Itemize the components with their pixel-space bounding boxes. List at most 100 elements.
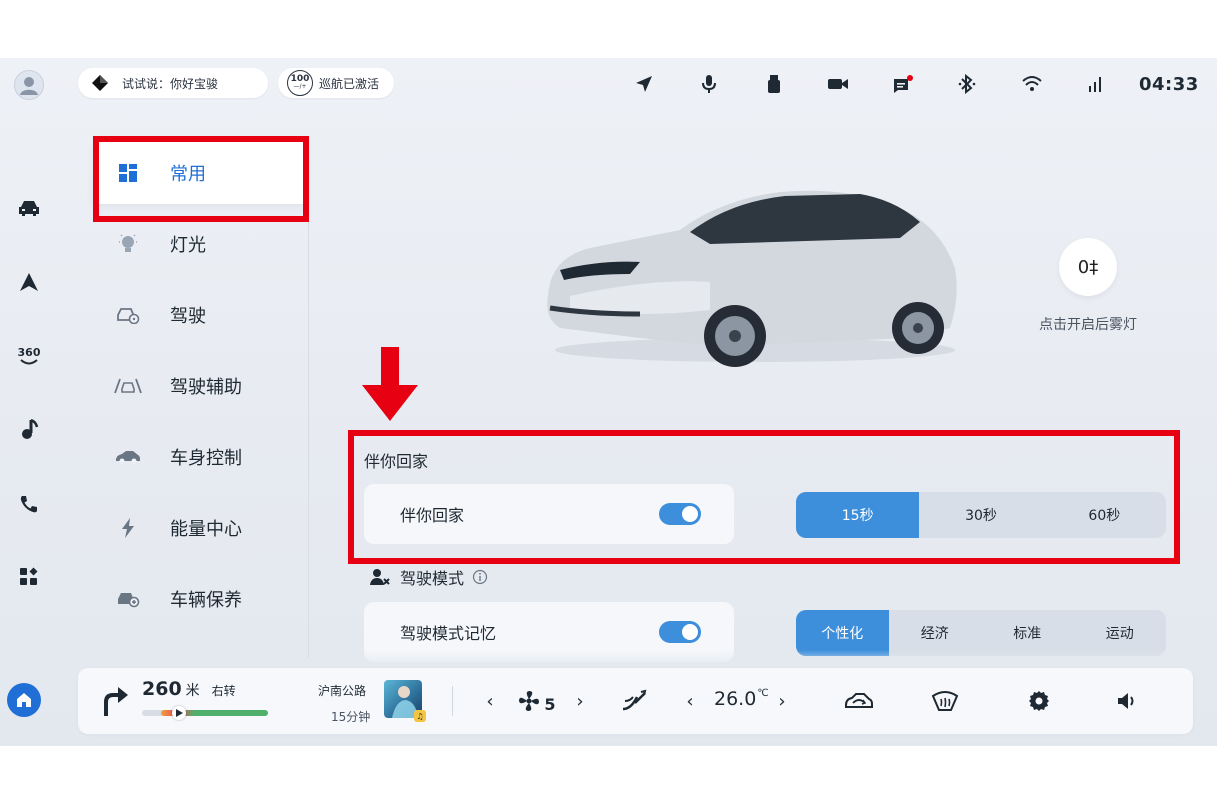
play-arrow-icon [176, 709, 183, 717]
menu-item-energy-center[interactable]: 能量中心 [94, 497, 304, 559]
menu-item-body-control[interactable]: 车身控制 [94, 426, 304, 488]
speaker-volume-icon [1118, 693, 1134, 709]
message-notification-icon [894, 75, 913, 93]
voice-hint-text: 试试说：你好宝骏 [122, 76, 219, 91]
temperature-value: 26.0 [714, 688, 757, 710]
temperature-decrease-button[interactable]: ‹ [678, 688, 702, 714]
nav-distance: 260 [142, 678, 182, 700]
camera-status[interactable] [826, 72, 850, 96]
microphone-icon [702, 75, 716, 93]
microphone-status[interactable] [697, 72, 721, 96]
rear-fog-light-button[interactable]: 0‡ [1059, 238, 1117, 296]
home-icon [17, 693, 31, 707]
phone-icon [20, 496, 37, 513]
nav-turn: 右转 [211, 684, 236, 698]
rail-360-camera-button[interactable]: 360 [13, 341, 45, 373]
temperature-increase-button[interactable]: › [770, 688, 794, 714]
location-arrow-icon [636, 76, 652, 92]
avatar[interactable] [14, 70, 44, 100]
fan-icon [516, 688, 542, 714]
rail-phone-button[interactable] [13, 488, 45, 520]
navigation-arrow-icon [20, 273, 38, 291]
driver-profile-icon [370, 569, 390, 585]
wifi-status[interactable] [1019, 72, 1045, 96]
nav-unit: 米 [185, 683, 200, 699]
drive-mode-memory-toggle[interactable] [659, 621, 701, 643]
menu-item-driving-assist[interactable]: 驾驶辅助 [94, 355, 304, 417]
menu-item-lights[interactable]: 灯光 [94, 213, 304, 275]
menu-item-label: 车身控制 [170, 448, 242, 469]
camera-360-label: 360 [17, 346, 41, 359]
eta: 15分钟 [331, 710, 371, 724]
menu-item-driving[interactable]: 驾驶 [94, 284, 304, 346]
settings-button[interactable] [1022, 686, 1056, 716]
menu-item-vehicle-maintenance[interactable]: 车辆保养 [94, 568, 304, 630]
menu-item-label: 车辆保养 [170, 590, 242, 611]
lane-assist-icon [114, 372, 142, 400]
bottom-dock: 260 米 右转 沪南公路 15分钟 ♫ ‹ 5 › ‹ 26.0 ℃ › [78, 668, 1193, 734]
usb-drive-icon [768, 75, 780, 93]
wifi-icon [1022, 76, 1042, 91]
airflow-mode-button[interactable] [618, 686, 650, 716]
windshield-defrost-button[interactable] [928, 686, 962, 716]
menu-item-label: 驾驶辅助 [170, 377, 242, 398]
left-rail: 360 [0, 58, 58, 746]
windshield-defrost-icon [931, 691, 959, 711]
air-recirculation-icon [845, 693, 873, 708]
user-icon [20, 77, 38, 95]
nav-instruction: 260 米 右转 [142, 678, 236, 700]
vehicle-image [547, 190, 957, 367]
clock: 04:33 [1139, 74, 1199, 95]
rail-apps-button[interactable] [13, 561, 45, 593]
cellular-status[interactable] [1084, 72, 1108, 96]
home-button[interactable] [7, 683, 41, 717]
signal-bars-icon [1089, 77, 1101, 92]
volume-button[interactable] [1110, 686, 1144, 716]
vehicle-position-marker [172, 706, 186, 720]
fan-decrease-button[interactable]: ‹ [478, 688, 502, 714]
usb-status[interactable] [762, 72, 786, 96]
video-camera-icon [828, 79, 848, 89]
fan-level: 5 [544, 694, 556, 714]
menu-item-label: 能量中心 [170, 519, 242, 540]
apps-grid-icon [20, 567, 38, 585]
drive-mode-memory-label: 驾驶模式记忆 [400, 624, 497, 643]
cruise-status-chip[interactable]: 100 —/+ 巡航已激活 [278, 68, 394, 98]
location-status[interactable] [632, 72, 656, 96]
rail-navigation-button[interactable] [13, 266, 45, 298]
drive-mode-header: 驾驶模式 [370, 565, 488, 589]
speed-limit-sub: —/+ [293, 83, 307, 90]
rail-car-button[interactable] [13, 192, 45, 224]
air-recirculation-button[interactable] [842, 686, 876, 716]
music-note-icon [22, 419, 39, 439]
lightning-bolt-icon [114, 514, 142, 542]
car-side-icon [114, 443, 142, 471]
scroll-fade [340, 650, 1217, 668]
speed-limit-icon: 100 —/+ [287, 70, 313, 96]
brand-diamond-icon [92, 75, 108, 91]
cruise-status-text: 巡航已激活 [319, 76, 380, 91]
bluetooth-status[interactable] [955, 72, 979, 96]
message-status[interactable] [890, 72, 916, 96]
info-icon[interactable] [472, 569, 488, 585]
annotation-box-common [93, 136, 309, 222]
rear-fog-light-icon: 0‡ [1077, 256, 1099, 278]
fan-increase-button[interactable]: › [568, 688, 592, 714]
voice-assistant-chip[interactable]: 试试说：你好宝骏 [78, 68, 268, 98]
turn-right-icon [100, 684, 130, 718]
route-progress-track [142, 706, 268, 720]
road-name: 沪南公路 [318, 684, 367, 698]
drive-mode-title: 驾驶模式 [400, 569, 465, 588]
album-art[interactable]: ♫ [384, 680, 426, 722]
bluetooth-icon [958, 74, 976, 94]
gear-icon [1029, 691, 1049, 711]
car-maintenance-icon [114, 585, 142, 613]
airflow-direction-icon [622, 689, 647, 711]
annotation-box-accompany-home [348, 430, 1180, 564]
light-bulb-icon [114, 230, 142, 258]
rotate-360-icon [20, 359, 38, 365]
temperature-readout: 26.0 ℃ [714, 688, 769, 710]
rail-music-button[interactable] [13, 414, 45, 446]
temperature-unit: ℃ [757, 688, 769, 699]
car-steering-icon [114, 301, 142, 329]
